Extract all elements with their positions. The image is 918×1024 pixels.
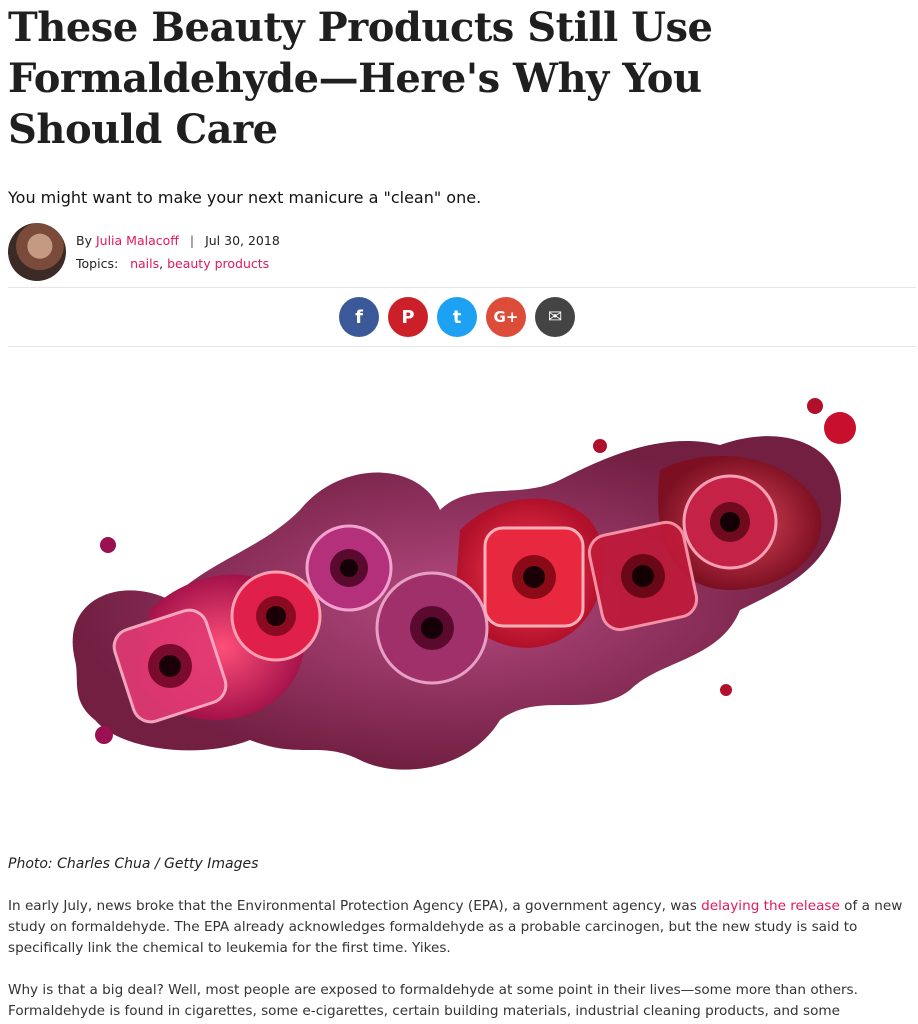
topics-label: Topics: [76, 256, 119, 271]
facebook-icon: f [355, 306, 363, 328]
email-share-button[interactable]: ✉ [535, 297, 575, 337]
photo-caption: Photo: Charles Chua / Getty Images [8, 856, 259, 872]
google-plus-share-button[interactable]: G+ [486, 297, 526, 337]
topic-link-nails[interactable]: nails [130, 256, 159, 271]
twitter-icon: t [452, 306, 462, 328]
paragraph-1: In early July, news broke that the Envir… [8, 896, 913, 959]
twitter-share-button[interactable]: t [437, 297, 477, 337]
by-label: By [76, 233, 92, 248]
author-link[interactable]: Julia Malacoff [96, 233, 179, 248]
paragraph-1-text-a: In early July, news broke that the Envir… [8, 898, 702, 914]
article-title: These Beauty Products Still Use Formalde… [8, 4, 713, 153]
delaying-release-link[interactable]: delaying the release [701, 898, 840, 914]
pinterest-share-button[interactable]: P [388, 297, 428, 337]
email-icon: ✉ [547, 307, 563, 327]
facebook-share-button[interactable]: f [339, 297, 379, 337]
byline-meta: By Julia Malacoff | Jul 30, 2018 Topics:… [76, 233, 280, 271]
publish-date: Jul 30, 2018 [205, 233, 280, 248]
share-bar: f P t G+ ✉ [8, 287, 916, 347]
author-avatar[interactable] [8, 223, 66, 281]
article-header: These Beauty Products Still Use Formalde… [8, 0, 916, 347]
pinterest-icon: P [401, 306, 415, 328]
topic-link-beauty-products[interactable]: beauty products [167, 256, 269, 271]
byline-separator: | [189, 233, 195, 248]
byline: By Julia Malacoff | Jul 30, 2018 Topics:… [8, 221, 916, 283]
article-subtitle: You might want to make your next manicur… [8, 188, 482, 207]
paragraph-2: Why is that a big deal? Well, most peopl… [8, 982, 858, 1019]
hero-image-nail-polish [72, 398, 856, 770]
google-plus-icon: G+ [493, 308, 519, 326]
